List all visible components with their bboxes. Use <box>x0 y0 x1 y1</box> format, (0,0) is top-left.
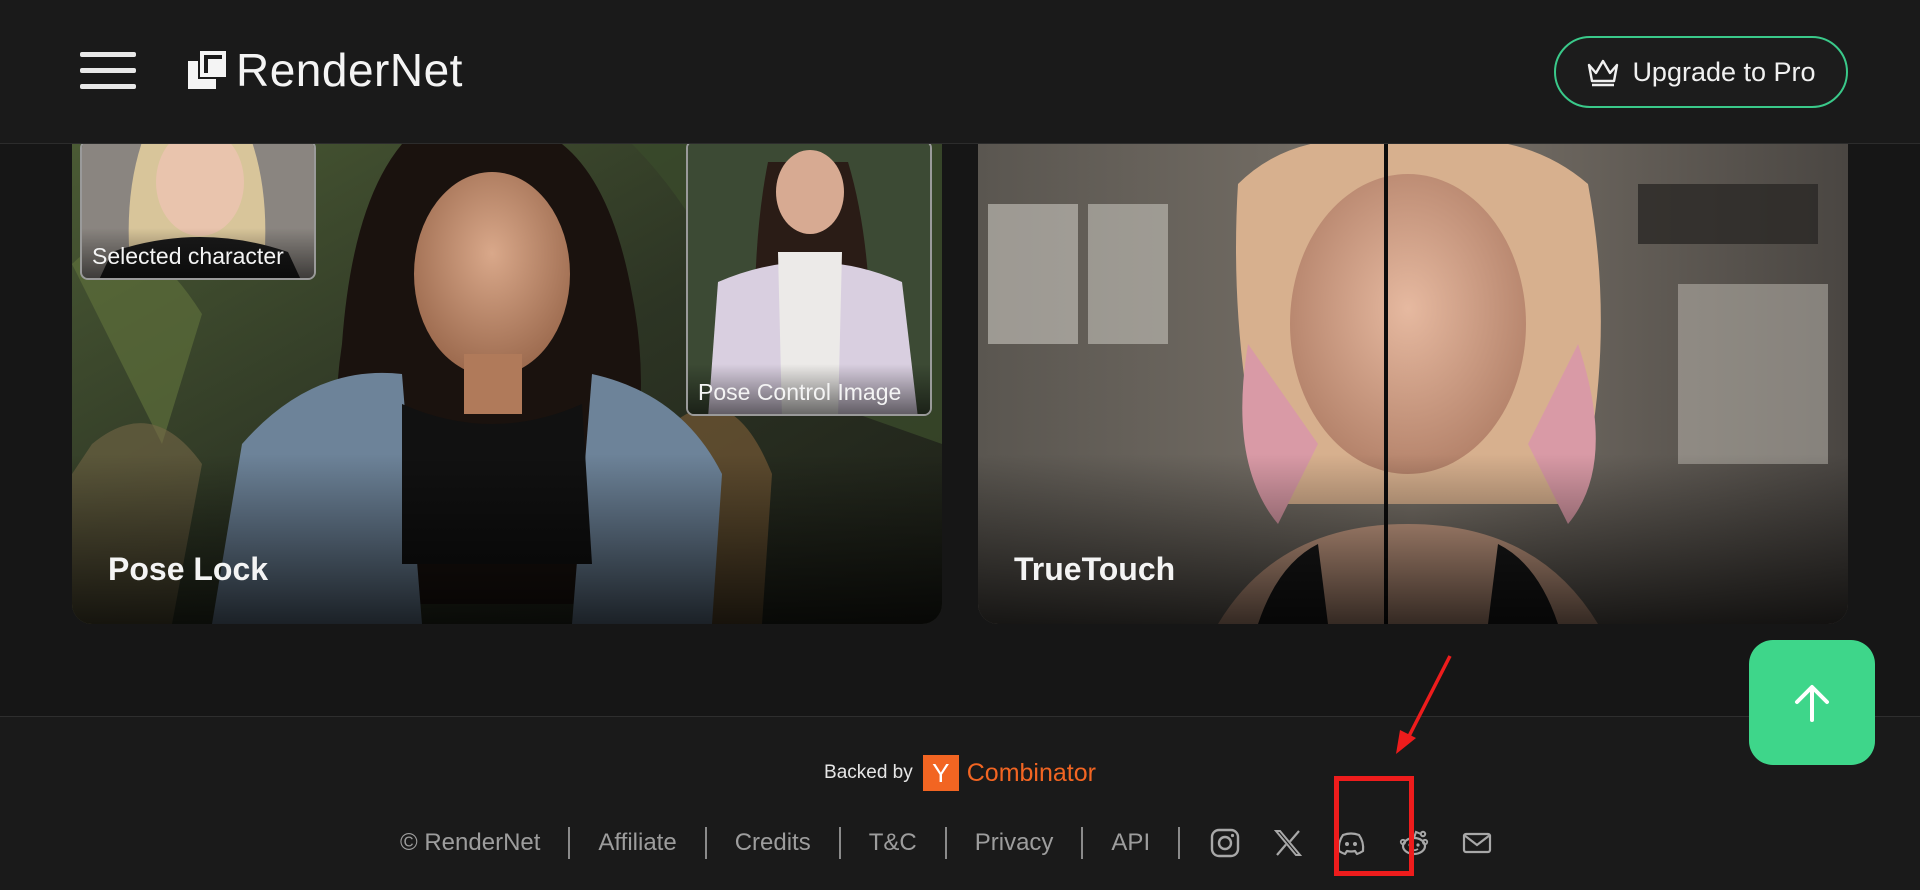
upgrade-label: Upgrade to Pro <box>1632 56 1816 87</box>
footer-divider <box>1081 827 1084 859</box>
mail-icon[interactable] <box>1460 826 1494 860</box>
backed-by-text: Backed by <box>824 762 913 783</box>
upgrade-to-pro-button[interactable]: Upgrade to Pro <box>1554 36 1848 108</box>
top-header: RenderNet Upgrade to Pro <box>0 0 1920 144</box>
logo-text: RenderNet <box>236 44 463 96</box>
card-gradient <box>978 454 1848 624</box>
footer-divider <box>568 827 571 859</box>
instagram-icon[interactable] <box>1208 826 1242 860</box>
footer-link-privacy[interactable]: Privacy <box>975 829 1054 857</box>
y-combinator-name: Combinator <box>966 758 1096 787</box>
annotation-highlight-box <box>1334 776 1414 876</box>
truetouch-card[interactable]: TrueTouch <box>978 144 1848 624</box>
footer-copyright: © RenderNet <box>400 829 541 856</box>
footer-link-credits[interactable]: Credits <box>735 829 811 857</box>
inset-label-selected-character: Selected character <box>82 228 314 278</box>
selected-character-thumbnail[interactable]: Selected character <box>80 144 316 280</box>
arrow-up-icon <box>1795 684 1829 722</box>
footer-link-affiliate[interactable]: Affiliate <box>598 829 676 857</box>
footer-divider <box>944 827 947 859</box>
card-gradient <box>72 454 942 624</box>
card-title-truetouch: TrueTouch <box>1014 551 1176 587</box>
footer-link-tc[interactable]: T&C <box>869 829 917 857</box>
hamburger-menu-icon[interactable] <box>80 50 136 92</box>
inset-label-pose-control: Pose Control Image <box>688 364 930 414</box>
crown-icon <box>1588 59 1619 87</box>
annotation-arrow <box>1396 655 1452 754</box>
site-footer: Backed by Y Combinator © RenderNet Affil… <box>0 716 1920 890</box>
y-combinator-logo-icon: Y <box>922 755 959 791</box>
card-title-pose-lock: Pose Lock <box>108 551 269 587</box>
pose-control-thumbnail[interactable]: Pose Control Image <box>686 144 932 416</box>
scroll-to-top-button[interactable] <box>1749 640 1875 765</box>
pose-lock-card[interactable]: Selected character Pose Control Image Po… <box>72 144 942 624</box>
rendernet-logo[interactable]: RenderNet <box>188 42 463 98</box>
footer-divider <box>1178 827 1181 859</box>
rendernet-logo-icon <box>188 51 226 89</box>
footer-divider <box>704 827 707 859</box>
backed-by-yc[interactable]: Backed by Y Combinator <box>0 755 1920 791</box>
x-icon[interactable] <box>1271 826 1305 860</box>
footer-divider <box>838 827 841 859</box>
footer-link-api[interactable]: API <box>1111 829 1150 857</box>
